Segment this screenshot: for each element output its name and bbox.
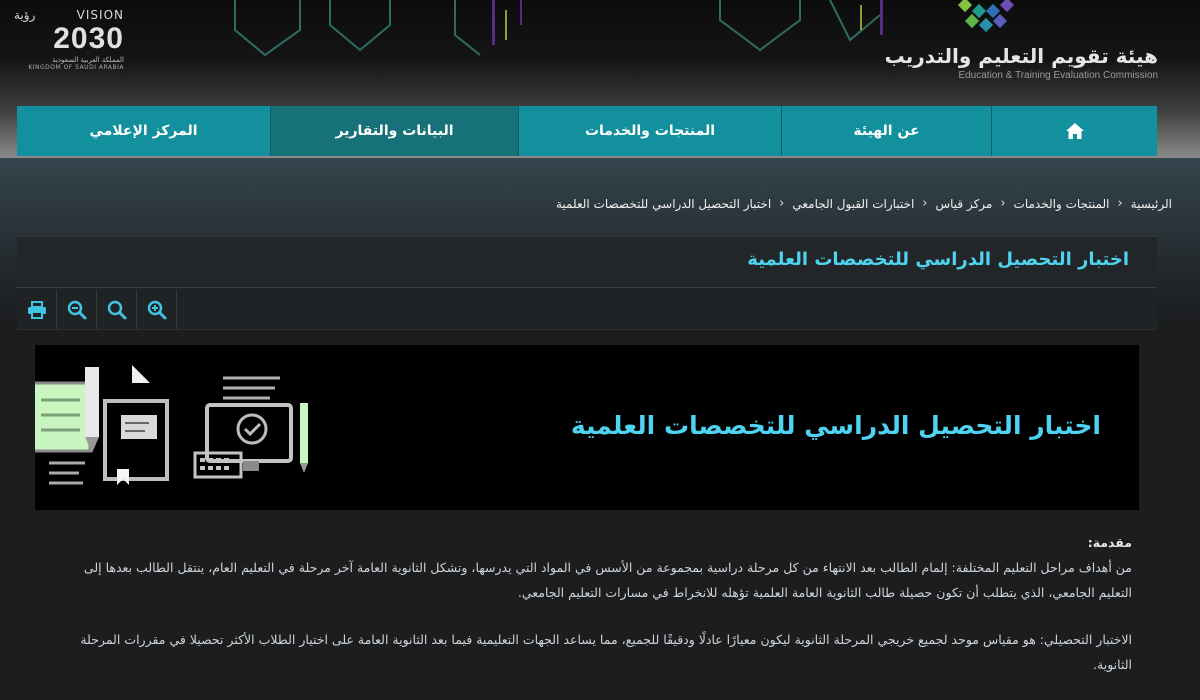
chevron-left-icon: ‹ bbox=[1000, 196, 1006, 211]
nav-item-data-reports[interactable]: البيانات والتقارير bbox=[270, 106, 518, 156]
commission-name-en: Education & Training Evaluation Commissi… bbox=[958, 70, 1158, 81]
vision-kingdom-ar: المملكة العربية السعودية bbox=[52, 56, 124, 64]
zoom-in-button[interactable] bbox=[137, 290, 177, 330]
breadcrumb-item-products[interactable]: المنتجات والخدمات bbox=[1014, 197, 1110, 211]
breadcrumb-item-qiyas[interactable]: مركز قياس bbox=[935, 197, 992, 211]
vision-2030-logo[interactable]: VISION رؤية 2030 المملكة العربية السعودي… bbox=[14, 8, 124, 76]
commission-emblem-icon bbox=[957, 0, 1015, 33]
chevron-left-icon: ‹ bbox=[1117, 196, 1123, 211]
nav-item-media-center[interactable]: المركز الإعلامي bbox=[17, 106, 270, 156]
intro-heading: مقدمة: bbox=[1087, 535, 1132, 550]
breadcrumb-item-home[interactable]: الرئيسية bbox=[1131, 197, 1172, 211]
vision-year: 2030 bbox=[53, 22, 124, 55]
nav-item-label: عن الهيئة bbox=[853, 123, 920, 139]
vision-kingdom-en: KINGDOM OF SAUDI ARABIA bbox=[28, 64, 124, 71]
breadcrumb-item-admission-tests[interactable]: اختبارات القبول الجامعي bbox=[792, 197, 914, 211]
nav-home[interactable] bbox=[991, 106, 1157, 156]
article-body: مقدمة: من أهداف مراحل التعليم المختلفة: … bbox=[62, 530, 1132, 677]
vision-word-ar: رؤية bbox=[14, 8, 36, 22]
commission-name-ar: هيئة تقويم التعليم والتدريب bbox=[884, 44, 1158, 68]
nav-item-about[interactable]: عن الهيئة bbox=[781, 106, 991, 156]
nav-item-label: المنتجات والخدمات bbox=[584, 123, 716, 139]
zoom-out-icon bbox=[67, 300, 86, 320]
page-title: اختبار التحصيل الدراسي للتخصصات العلمية bbox=[747, 249, 1129, 270]
print-button[interactable] bbox=[17, 290, 57, 330]
home-icon bbox=[1065, 123, 1084, 139]
nav-item-products-services[interactable]: المنتجات والخدمات bbox=[518, 106, 781, 156]
zoom-in-icon bbox=[147, 300, 166, 320]
main-navigation: عن الهيئة المنتجات والخدمات البيانات وال… bbox=[17, 106, 1157, 156]
chevron-left-icon: ‹ bbox=[922, 196, 928, 211]
banner-title: اختبار التحصيل الدراسي للتخصصات العلمية bbox=[570, 411, 1101, 440]
print-icon bbox=[27, 301, 46, 319]
vision-word-en: VISION bbox=[76, 8, 124, 22]
zoom-out-button[interactable] bbox=[57, 290, 97, 330]
banner-illustration bbox=[35, 365, 308, 485]
search-button[interactable] bbox=[97, 290, 137, 330]
test-definition-paragraph: الاختبار التحصيلي: هو مقياس موحد لجميع خ… bbox=[80, 632, 1132, 672]
hero-banner: اختبار التحصيل الدراسي للتخصصات العلمية bbox=[35, 345, 1139, 510]
commission-logo[interactable]: هيئة تقويم التعليم والتدريب Education & … bbox=[885, 0, 1158, 90]
chevron-left-icon: ‹ bbox=[779, 196, 785, 211]
breadcrumb: الرئيسية ‹ المنتجات والخدمات ‹ مركز قياس… bbox=[556, 196, 1172, 211]
nav-item-label: البيانات والتقارير bbox=[335, 123, 454, 139]
accessibility-toolbar bbox=[17, 290, 1157, 330]
nav-item-label: المركز الإعلامي bbox=[89, 123, 198, 139]
page-title-panel: اختبار التحصيل الدراسي للتخصصات العلمية bbox=[17, 236, 1157, 288]
search-icon bbox=[107, 300, 126, 320]
breadcrumb-item-current: اختبار التحصيل الدراسي للتخصصات العلمية bbox=[556, 196, 772, 211]
intro-paragraph: من أهداف مراحل التعليم المختلفة: إلمام ا… bbox=[83, 560, 1132, 600]
